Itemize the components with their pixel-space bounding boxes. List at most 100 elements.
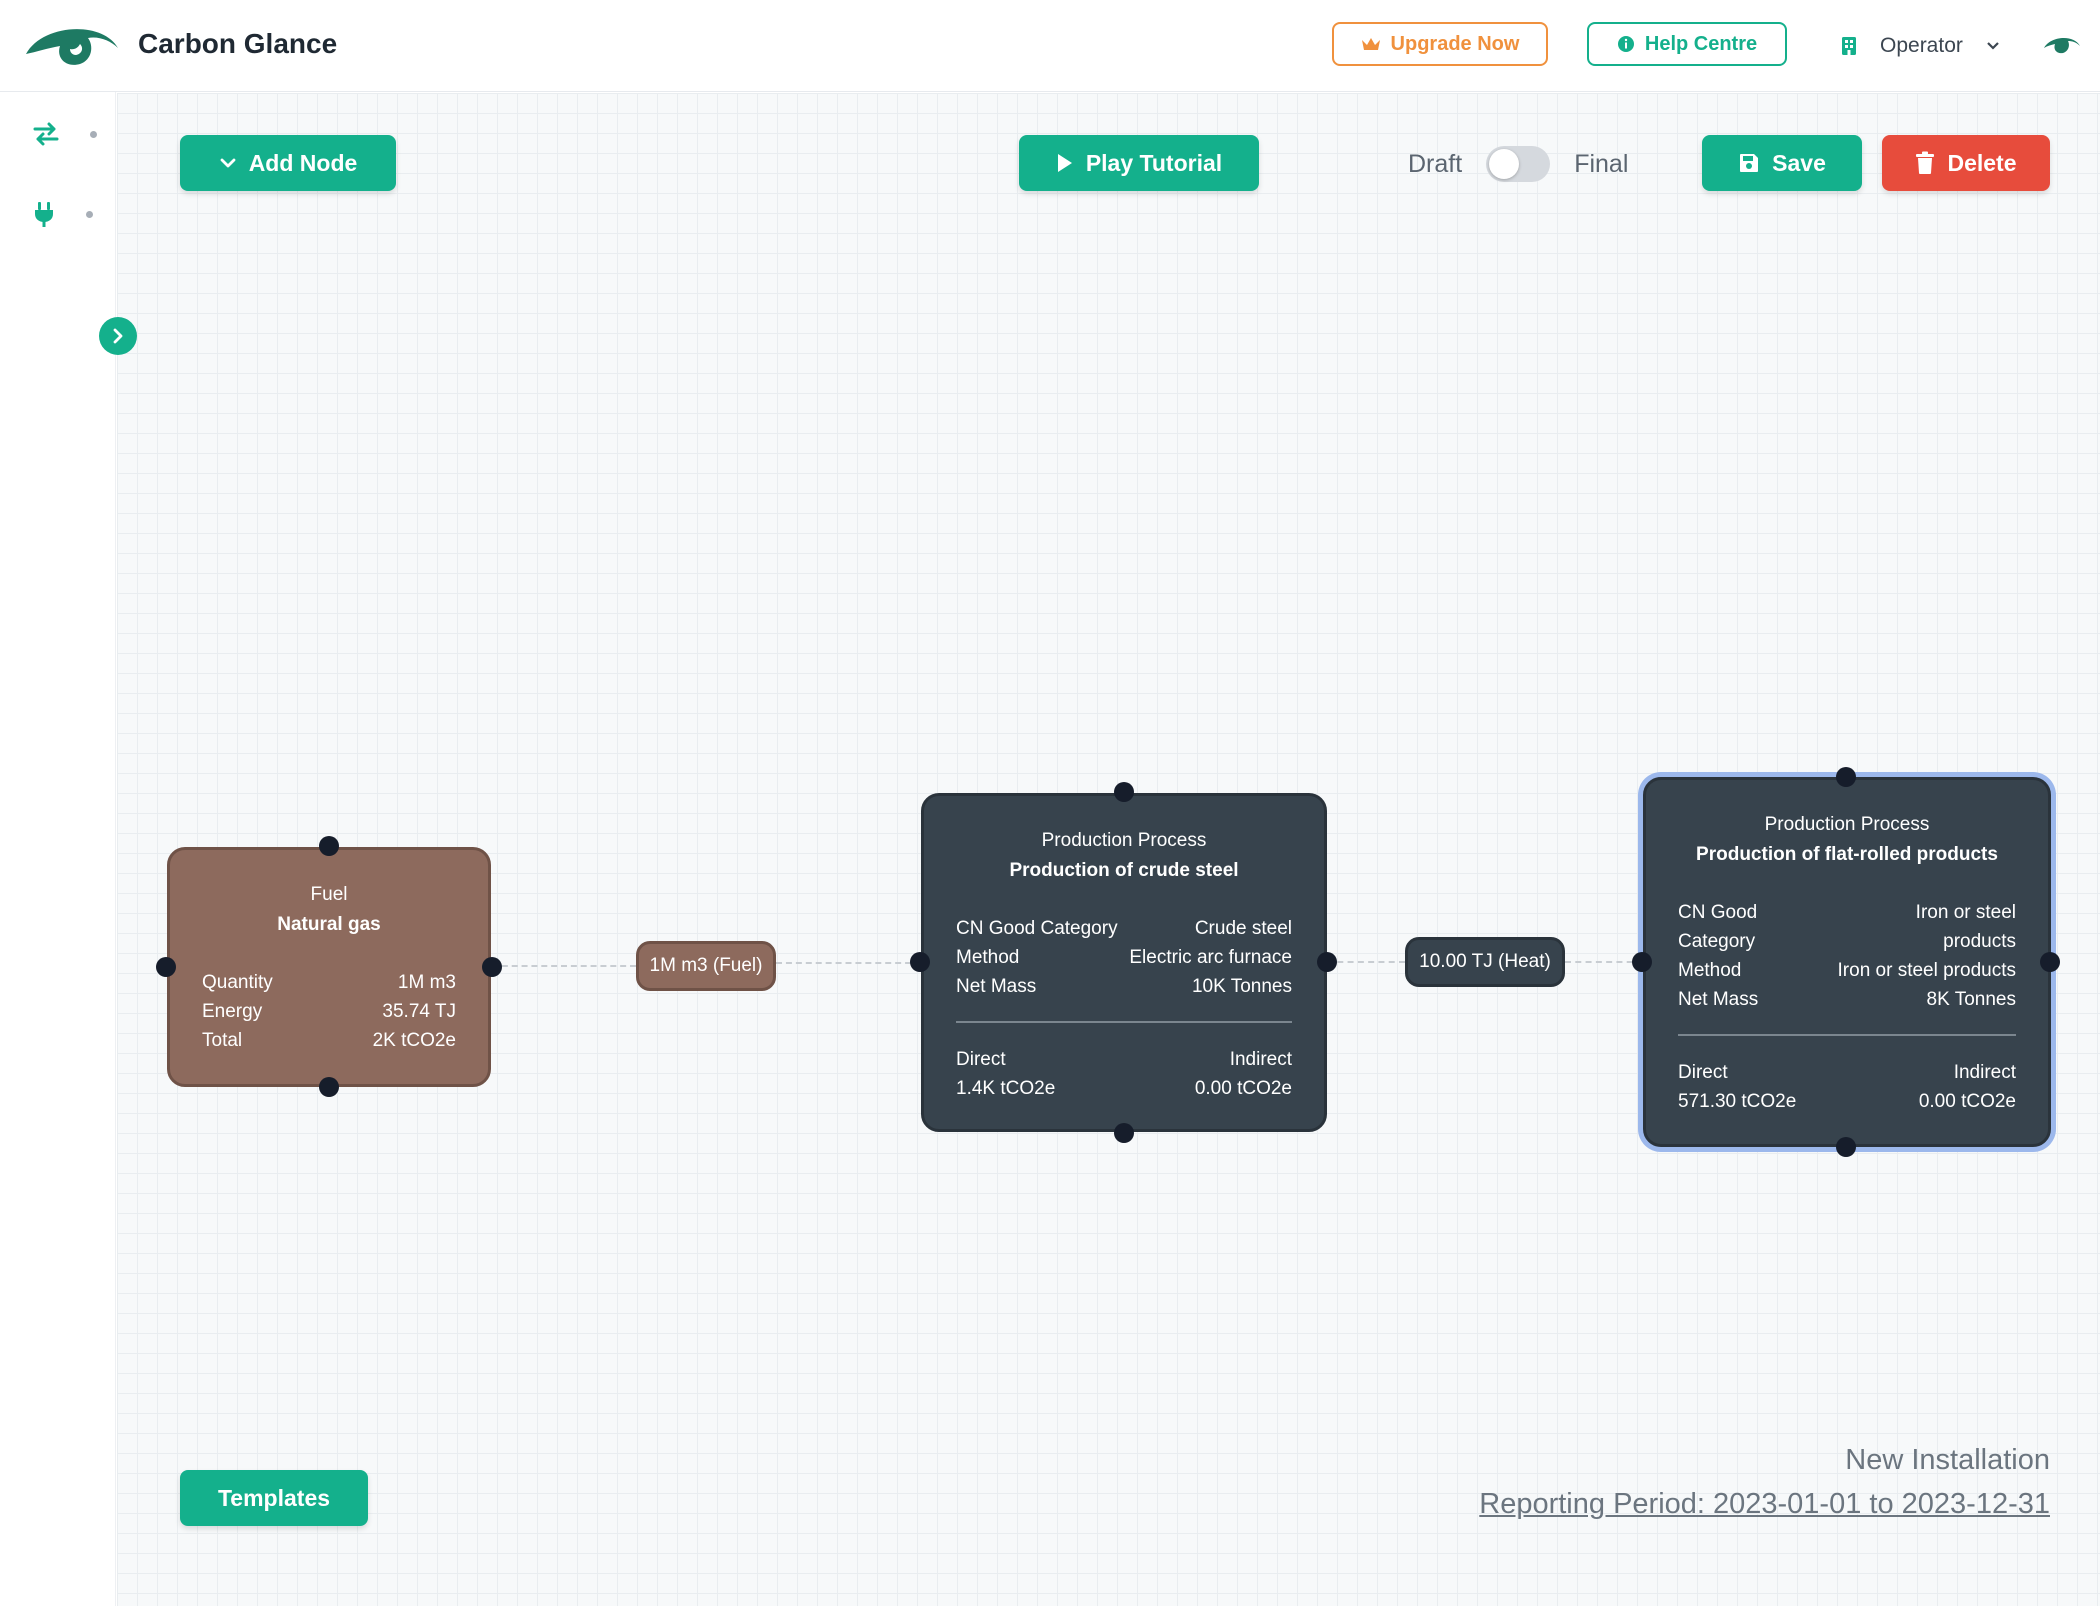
node-field: Total 2K tCO2e	[202, 1026, 456, 1055]
indirect-label: Indirect	[1953, 1062, 2016, 1083]
add-node-button[interactable]: Add Node	[180, 135, 396, 191]
node-handle-right[interactable]	[2040, 952, 2060, 972]
draft-label: Draft	[1408, 149, 1463, 178]
node-handle-left[interactable]	[156, 957, 176, 977]
indirect-value: 0.00 tCO2e	[1918, 1091, 2016, 1112]
indirect-label: Indirect	[1229, 1049, 1292, 1070]
field-value: 1M m3	[397, 972, 456, 993]
left-sidebar	[0, 92, 116, 1606]
direct-value: 1.4K tCO2e	[956, 1078, 1056, 1099]
field-label: CN Good Category	[956, 918, 1118, 939]
chevron-right-icon	[113, 328, 123, 344]
node-handle-left[interactable]	[1632, 952, 1652, 972]
node-handle-bottom[interactable]	[1114, 1123, 1134, 1143]
node-handle-bottom[interactable]	[319, 1077, 339, 1097]
expand-sidebar-button[interactable]	[99, 317, 137, 355]
field-label: Net Mass	[956, 976, 1037, 997]
edge-line	[776, 962, 921, 964]
direct-label: Direct	[1678, 1062, 1728, 1083]
sidebar-item-energy[interactable]	[32, 194, 102, 234]
upgrade-now-button[interactable]: Upgrade Now	[1332, 22, 1548, 66]
node-handle-top[interactable]	[319, 836, 339, 856]
eye-logo-icon[interactable]	[22, 18, 122, 74]
node-field: CN Good Iron or steel	[1678, 898, 2016, 927]
swap-arrows-icon	[33, 122, 59, 146]
field-label: Total	[202, 1030, 243, 1051]
trash-icon	[1916, 151, 1935, 174]
node-divider	[1678, 1034, 2016, 1036]
node-name: Production of crude steel	[1009, 860, 1239, 881]
indirect-value: 0.00 tCO2e	[1194, 1078, 1292, 1099]
node-type: Production Process	[1041, 830, 1207, 851]
field-value: Iron or steel	[1915, 902, 2016, 923]
plug-icon	[35, 202, 53, 227]
chevron-down-icon	[220, 158, 236, 168]
installation-name: New Installation	[1845, 1444, 2050, 1476]
sidebar-item-indicator	[86, 210, 93, 218]
node-field: Category products	[1678, 927, 2016, 956]
app-title: Carbon Glance	[138, 28, 338, 59]
edge-line	[1327, 961, 1405, 963]
help-centre-label: Help Centre	[1644, 32, 1758, 55]
node-field: Net Mass 8K Tonnes	[1678, 985, 2016, 1014]
crown-icon	[1361, 38, 1380, 50]
save-button[interactable]: Save	[1702, 135, 1862, 191]
node-handle-top[interactable]	[1114, 782, 1134, 802]
info-icon	[1617, 36, 1634, 52]
help-centre-button[interactable]: Help Centre	[1587, 22, 1787, 66]
play-tutorial-button[interactable]: Play Tutorial	[1019, 135, 1259, 191]
node-handle-right[interactable]	[482, 957, 502, 977]
final-label: Final	[1574, 149, 1629, 178]
save-icon	[1740, 154, 1759, 172]
top-bar: Carbon Glance Upgrade Now Help Centre Op…	[0, 0, 2100, 92]
draft-final-toggle: Draft Final	[1408, 140, 1628, 188]
field-value: 8K Tonnes	[1926, 989, 2016, 1010]
field-label: Method	[956, 947, 1020, 968]
node-name: Production of flat-rolled products	[1696, 844, 1998, 865]
save-label: Save	[1772, 149, 1826, 176]
edge-label-fuel[interactable]: 1M m3 (Fuel)	[636, 941, 776, 991]
node-divider	[956, 1021, 1292, 1023]
field-label: Method	[1678, 960, 1742, 981]
node-handle-top[interactable]	[1836, 767, 1856, 787]
reporting-period-link[interactable]: Reporting Period: 2023-01-01 to 2023-12-…	[1479, 1488, 2050, 1521]
node-field: Method Iron or steel products	[1678, 956, 2016, 985]
eye-icon[interactable]	[2042, 30, 2082, 60]
edge-line	[492, 965, 636, 967]
field-value: Electric arc furnace	[1129, 947, 1292, 968]
field-value: 35.74 TJ	[382, 1001, 456, 1022]
node-handle-bottom[interactable]	[1836, 1137, 1856, 1157]
field-value: Iron or steel products	[1837, 960, 2016, 981]
field-label: Energy	[202, 1001, 263, 1022]
node-field: Net Mass 10K Tonnes	[956, 972, 1292, 1001]
role-selector[interactable]: Operator	[1840, 26, 2001, 66]
fuel-node[interactable]: Fuel Natural gas Quantity 1M m3 Energy 3…	[167, 847, 491, 1087]
upgrade-now-label: Upgrade Now	[1390, 32, 1520, 55]
node-field: Method Electric arc furnace	[956, 943, 1292, 972]
node-handle-right[interactable]	[1317, 952, 1337, 972]
node-field: Energy 35.74 TJ	[202, 997, 456, 1026]
node-field: Quantity 1M m3	[202, 968, 456, 997]
field-label: Net Mass	[1678, 989, 1759, 1010]
field-label: CN Good	[1678, 902, 1758, 923]
templates-button[interactable]: Templates	[180, 1470, 368, 1526]
switch-knob	[1489, 149, 1520, 179]
node-type: Production Process	[1764, 814, 1930, 835]
production-process-node[interactable]: Production Process Production of crude s…	[921, 793, 1327, 1132]
emissions-summary: Direct 571.30 tCO2e Indirect 0.00 tCO2e	[1678, 1058, 2016, 1116]
field-label: Category	[1678, 931, 1756, 952]
node-handle-left[interactable]	[910, 952, 930, 972]
node-type: Fuel	[310, 884, 348, 905]
emissions-summary: Direct 1.4K tCO2e Indirect 0.00 tCO2e	[956, 1045, 1292, 1103]
production-process-node-selected[interactable]: Production Process Production of flat-ro…	[1643, 777, 2051, 1147]
add-node-label: Add Node	[248, 149, 358, 176]
sidebar-item-flows[interactable]	[32, 114, 102, 154]
field-label: Quantity	[202, 972, 273, 993]
node-field: CN Good Category Crude steel	[956, 914, 1292, 943]
edge-label-heat[interactable]: 10.00 TJ (Heat)	[1405, 937, 1565, 987]
chevron-down-icon	[1987, 42, 1999, 50]
delete-button[interactable]: Delete	[1882, 135, 2050, 191]
field-value: 2K tCO2e	[372, 1030, 456, 1051]
building-icon	[1842, 37, 1856, 55]
draft-final-switch[interactable]	[1486, 146, 1551, 182]
